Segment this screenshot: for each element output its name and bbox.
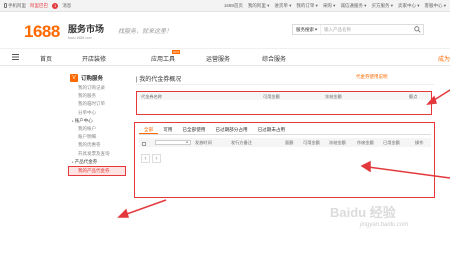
mobile-link[interactable]: 手机阿里 bbox=[4, 3, 26, 9]
chevron-down-icon bbox=[314, 27, 318, 31]
voucher-help-link[interactable]: 代金券使用说明 bbox=[356, 74, 388, 80]
divider bbox=[136, 84, 434, 85]
voucher-summary-table: 代金券名称 可用金额 冻结金额 额点 bbox=[136, 91, 432, 115]
watermark-url: jingyan.baidu.com bbox=[360, 222, 409, 228]
tab-all[interactable]: 全部 bbox=[139, 126, 159, 134]
notification-badge: 1 bbox=[52, 2, 59, 9]
tab-expired-partial[interactable]: 已过期部分占用 bbox=[210, 126, 252, 134]
sidebar-item-temp-orders[interactable]: 我的临时订单 bbox=[64, 100, 126, 108]
market-name: 服务市场 fuwu.1688.com bbox=[68, 24, 105, 40]
voucher-tabs: 全部 可用 已全部使用 已过期部分占用 已过期未占用 bbox=[139, 126, 431, 135]
col-available-amount: 可用金额 bbox=[263, 94, 280, 99]
menu-icon bbox=[12, 54, 19, 60]
nav-app-tools[interactable]: 应用工具 bbox=[151, 54, 175, 63]
topbar-home-link[interactable]: 1688首页 bbox=[224, 3, 243, 9]
sidebar-item-invoices[interactable]: 开具发票及查询 bbox=[64, 150, 126, 158]
sidebar-item-coupons[interactable]: 我的优惠卷 bbox=[64, 141, 126, 149]
topbar-cart[interactable]: 进货单 ▾ bbox=[274, 3, 291, 9]
brand-header: 1688 服务市场 fuwu.1688.com 找服务，就来这里！ 服务搜索 输… bbox=[0, 12, 450, 48]
topbar-trust-service[interactable]: 诚信通服务 ▾ bbox=[340, 3, 366, 9]
nav-menu-icon[interactable] bbox=[12, 54, 19, 62]
topbar-buyer-service[interactable]: 买方服务 ▾ bbox=[371, 3, 393, 9]
nav-store-decoration[interactable]: 开店装修 bbox=[82, 54, 106, 63]
col-frozen-amount: 冻结金额 bbox=[325, 94, 342, 99]
sidebar-title: 订购服务 bbox=[81, 76, 104, 82]
sidebar-item-my-services[interactable]: 我的服务 bbox=[64, 92, 126, 100]
col-voided: 作废金额 bbox=[357, 140, 374, 145]
slogan: 找服务，就来这里！ bbox=[118, 29, 173, 35]
pager: ‹ › bbox=[141, 154, 161, 163]
next-page-button[interactable]: › bbox=[152, 154, 161, 163]
voucher-type-select[interactable] bbox=[155, 140, 191, 145]
arrow-sidebar bbox=[123, 199, 167, 216]
search-icon bbox=[414, 26, 421, 33]
topbar-support[interactable]: 客服中心 ▾ bbox=[424, 3, 446, 9]
site-logo[interactable]: 1688 bbox=[24, 22, 60, 42]
col-voucher-name: 代金券名称 bbox=[141, 94, 162, 99]
nav-home[interactable]: 首页 bbox=[40, 54, 52, 63]
topbar-my-alibaba[interactable]: 我的阿里 ▾ bbox=[248, 3, 270, 9]
search-box[interactable]: 服务搜索 输入产品名称 bbox=[292, 24, 424, 35]
sidebar-item-account-details[interactable]: 账户明细 bbox=[64, 133, 126, 141]
nav-operation-services[interactable]: 运营服务 bbox=[206, 54, 230, 63]
top-utility-bar: 手机阿里 阿里巴巴 1 消息 1688首页 我的阿里 ▾ 进货单 ▾ 我的订单 … bbox=[0, 0, 450, 12]
arrow-summary bbox=[430, 89, 450, 103]
prev-page-button[interactable]: ‹ bbox=[141, 154, 150, 163]
tab-available[interactable]: 可用 bbox=[158, 126, 177, 134]
sidebar-group-account[interactable]: 账户中心 bbox=[64, 117, 126, 125]
nav-general-services[interactable]: 综合服务 bbox=[262, 54, 286, 63]
search-input[interactable]: 输入产品名称 bbox=[321, 27, 351, 33]
col-action: 操作 bbox=[415, 140, 424, 145]
sidebar-group-vouchers[interactable]: 产品代金券 bbox=[64, 158, 126, 166]
topbar-orders[interactable]: 我的订单 ▾ bbox=[296, 3, 318, 9]
search-scope-select[interactable]: 服务搜索 bbox=[293, 25, 321, 34]
col-frozen: 冻结金额 bbox=[329, 140, 346, 145]
sidebar-item-order-records[interactable]: 我的订购记录 bbox=[64, 84, 126, 92]
chevron-down-icon bbox=[186, 141, 188, 143]
sidebar: V 订购服务 我的订购记录 我的服务 我的临时订单 分单中心 账户中心 我的帐户… bbox=[64, 72, 126, 255]
sidebar-header: V 订购服务 bbox=[64, 72, 126, 84]
col-issue-time: 发放时间 bbox=[195, 140, 212, 145]
sidebar-item-my-account[interactable]: 我的帐户 bbox=[64, 125, 126, 133]
subscription-icon: V bbox=[70, 74, 78, 82]
sidebar-item-split-center[interactable]: 分单中心 bbox=[64, 109, 126, 117]
col-used: 已用金额 bbox=[383, 140, 400, 145]
tab-all-used[interactable]: 已全部使用 bbox=[177, 126, 210, 134]
phone-icon bbox=[4, 2, 7, 8]
tab-expired-unused[interactable]: 已过期未占用 bbox=[253, 126, 291, 134]
page-title: | 我的代金券概况 bbox=[136, 77, 182, 83]
alibaba-link[interactable]: 阿里巴巴 bbox=[30, 3, 48, 9]
hot-badge: HOT bbox=[172, 50, 181, 54]
voucher-list-panel: 全部 可用 已全部使用 已过期部分占用 已过期未占用 发放时间 发行方备注 面额… bbox=[134, 122, 435, 198]
voucher-table-header: 发放时间 发行方备注 面额 可用金额 冻结金额 作废金额 已用金额 操作 bbox=[139, 138, 431, 147]
topbar-purchase[interactable]: 采购 ▾ bbox=[323, 3, 336, 9]
nav-become-provider[interactable]: 成为 bbox=[438, 54, 450, 63]
col-points: 额点 bbox=[409, 94, 418, 99]
watermark: Baidu 经验 bbox=[330, 205, 396, 220]
summary-header-row: 代金券名称 可用金额 冻结金额 额点 bbox=[137, 92, 431, 100]
topbar-seller-center[interactable]: 卖家中心 ▾ bbox=[398, 3, 420, 9]
search-button[interactable] bbox=[412, 25, 423, 34]
sidebar-item-my-vouchers[interactable]: 我的产品代金券 bbox=[68, 166, 126, 177]
col-available: 可用金额 bbox=[303, 140, 320, 145]
col-issuer-note: 发行方备注 bbox=[231, 140, 252, 145]
messages-link[interactable]: 消息 bbox=[62, 3, 71, 9]
col-face-value: 面额 bbox=[285, 140, 294, 145]
main-nav: 首页 开店装修 应用工具 HOT 运营服务 综合服务 成为 bbox=[0, 48, 450, 66]
